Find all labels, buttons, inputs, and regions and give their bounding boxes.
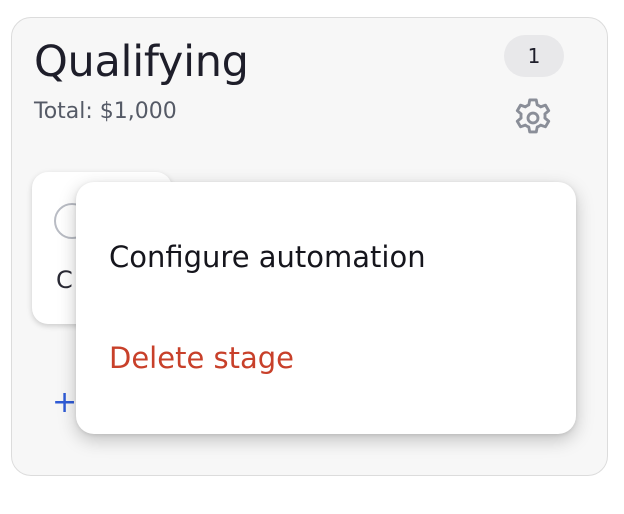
plus-icon: +: [52, 388, 74, 418]
configure-automation-menu-item[interactable]: Configure automation: [76, 229, 576, 285]
gear-icon: [515, 98, 551, 134]
stage-options-menu: Configure automation Delete stage: [76, 182, 576, 434]
stage-total: Total: $1,000: [34, 99, 177, 124]
add-deal-button[interactable]: +: [52, 388, 74, 418]
stage-settings-button[interactable]: [509, 94, 557, 142]
deal-count-badge: 1: [504, 35, 564, 77]
deal-card-title: C: [56, 266, 72, 294]
delete-stage-menu-item[interactable]: Delete stage: [76, 330, 576, 386]
stage-title: Qualifying: [34, 37, 249, 87]
